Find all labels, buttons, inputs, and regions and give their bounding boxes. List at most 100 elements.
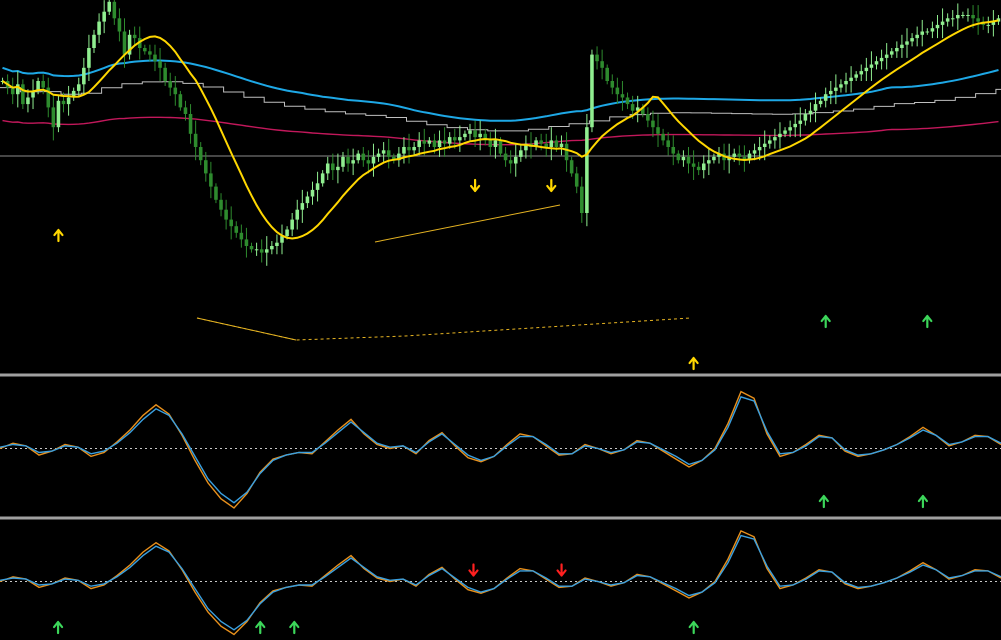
candle-body xyxy=(447,137,452,144)
buy-arrow-icon xyxy=(917,494,929,509)
candle-body xyxy=(97,21,101,35)
candle-body xyxy=(432,140,437,147)
candle-body xyxy=(574,173,579,187)
candle-body xyxy=(646,114,650,121)
candle-body xyxy=(270,246,274,250)
candle-body xyxy=(315,183,320,190)
candle-body xyxy=(834,87,838,91)
candle-body xyxy=(381,150,386,154)
candle-body xyxy=(219,199,223,210)
candle-body xyxy=(346,156,350,164)
candle-body xyxy=(325,163,330,174)
price-panel xyxy=(0,0,1001,371)
candle-body xyxy=(290,219,294,230)
candle-body xyxy=(773,137,777,141)
trading-terminal xyxy=(0,0,1001,640)
candle-body xyxy=(473,130,477,138)
candle-body xyxy=(813,104,818,111)
candle-body xyxy=(452,137,457,141)
candle-body xyxy=(564,143,569,161)
oscillator-signal-line xyxy=(0,529,1001,636)
candle-body xyxy=(300,203,305,210)
candle-body xyxy=(768,140,772,144)
candle-body xyxy=(666,140,670,147)
candle-body xyxy=(168,81,172,88)
candle-body xyxy=(839,84,843,88)
candle-body xyxy=(559,143,564,147)
candle-body xyxy=(610,81,615,88)
candle-body xyxy=(386,150,391,157)
candle-body xyxy=(818,100,823,105)
candle-body xyxy=(945,18,950,22)
candle-body xyxy=(950,18,955,20)
divergence-line xyxy=(196,317,691,341)
candle-body xyxy=(244,239,249,246)
candle-body xyxy=(56,100,61,128)
candle-body xyxy=(254,249,259,251)
candle-body xyxy=(82,67,86,85)
candle-body xyxy=(935,24,940,29)
slow-moving-average-line xyxy=(2,59,999,122)
candle-body xyxy=(808,110,813,114)
candle-body xyxy=(295,209,300,220)
buy-arrow-icon xyxy=(820,314,831,329)
sell-arrow-icon xyxy=(546,178,557,193)
candle-body xyxy=(16,84,20,95)
candle-body xyxy=(691,163,696,167)
candle-body xyxy=(331,163,335,171)
candle-body xyxy=(849,77,853,81)
candle-body xyxy=(656,127,660,134)
candle-body xyxy=(864,67,869,72)
candle-body xyxy=(61,100,66,105)
candle-body xyxy=(671,147,676,154)
buy-arrow-icon xyxy=(818,494,829,509)
candle-body xyxy=(442,140,447,144)
oscillator-panel-2 xyxy=(0,529,1001,636)
candle-body xyxy=(188,114,193,134)
candle-body xyxy=(752,150,757,154)
candle-body xyxy=(554,140,559,147)
buy-arrow-icon xyxy=(53,228,64,243)
buy-arrow-icon xyxy=(289,620,300,635)
candle-body xyxy=(498,140,503,154)
candle-body xyxy=(402,147,406,154)
candle-body xyxy=(437,140,442,147)
candle-body xyxy=(224,209,228,220)
candle-body xyxy=(158,61,162,68)
candle-body xyxy=(178,94,183,108)
candle-body xyxy=(661,133,665,141)
buy-arrow-icon xyxy=(255,620,266,635)
candle-body xyxy=(884,54,889,58)
candle-body xyxy=(234,226,239,233)
candle-body xyxy=(204,160,208,174)
candle-body xyxy=(153,54,157,62)
candle-body xyxy=(580,186,584,213)
candle-body xyxy=(26,97,30,105)
candle-body xyxy=(41,81,45,88)
candle-body xyxy=(361,153,366,161)
candle-body xyxy=(803,114,808,121)
candle-body xyxy=(829,90,833,95)
buy-arrow-icon xyxy=(52,620,64,635)
candle-body xyxy=(229,219,233,227)
candle-body xyxy=(889,51,894,55)
candle-body xyxy=(320,173,325,184)
candle-body xyxy=(249,246,254,250)
candle-body xyxy=(712,156,716,161)
candle-body xyxy=(143,48,147,52)
chart-canvas xyxy=(0,0,1001,636)
fast-moving-average-line xyxy=(1,19,999,240)
candle-body xyxy=(915,34,919,39)
candle-body xyxy=(132,34,137,39)
candle-body xyxy=(92,34,96,48)
candle-body xyxy=(412,147,416,151)
candle-body xyxy=(264,249,269,253)
candle-body xyxy=(905,41,909,45)
candle-body xyxy=(620,94,625,98)
candle-body xyxy=(788,127,792,131)
candle-body xyxy=(920,31,925,35)
candle-body xyxy=(961,15,965,16)
candle-body xyxy=(783,130,787,134)
divergence-line xyxy=(374,204,561,243)
buy-arrow-icon xyxy=(922,314,933,329)
